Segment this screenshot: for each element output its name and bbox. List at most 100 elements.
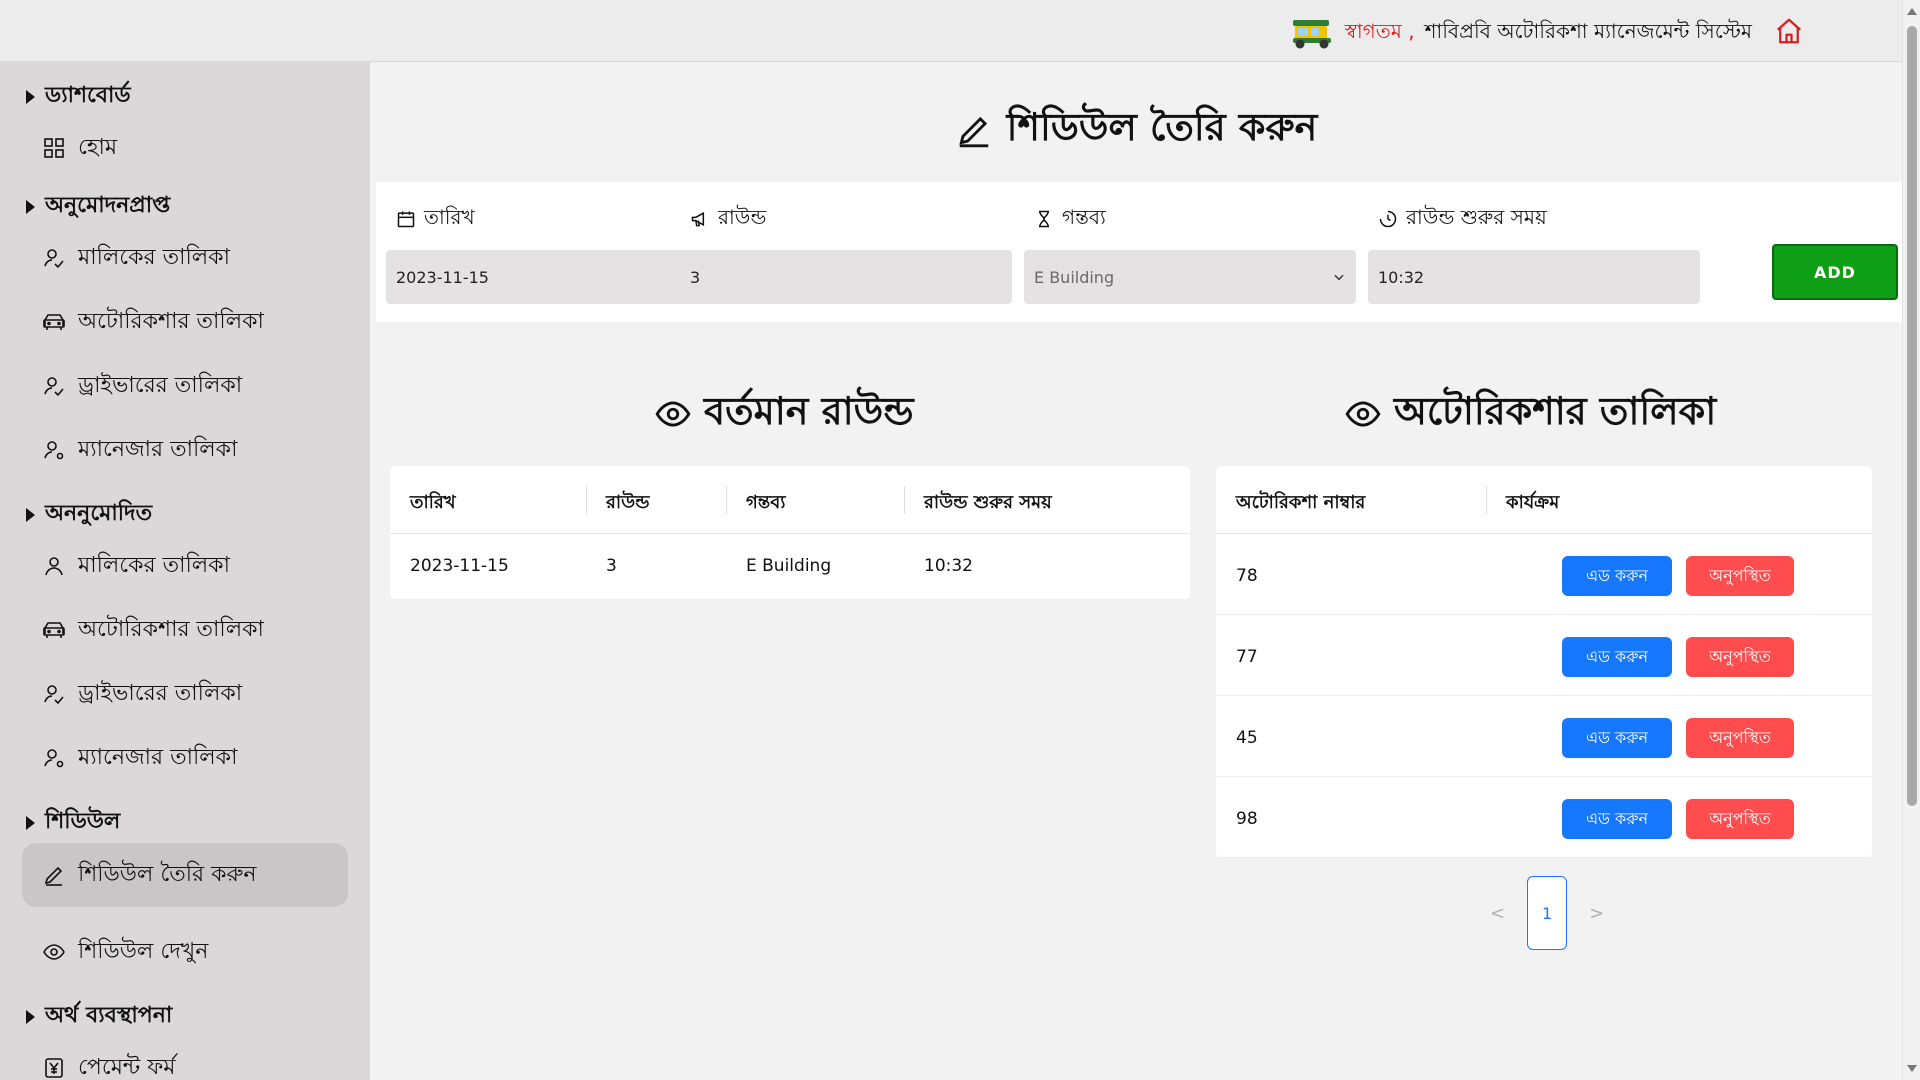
sidebar-item-payment-form[interactable]: পেমেন্ট ফর্ম xyxy=(22,1036,348,1080)
round-value: 3 xyxy=(690,267,701,287)
sidebar-item-label: অটোরিকশার তালিকা xyxy=(78,308,264,334)
column-header: গন্তব্য xyxy=(746,492,786,513)
main-content: শিডিউল তৈরি করুন তারিখ 2023-11-15 রাউন্ড… xyxy=(370,62,1902,1080)
yen-icon xyxy=(45,1058,63,1078)
hourglass-icon xyxy=(1039,210,1049,228)
sidebar-item-label: ম্যানেজার তালিকা xyxy=(78,436,238,462)
caret-right-icon xyxy=(26,199,35,214)
user-check-icon xyxy=(44,249,64,269)
sidebar-item-view-schedule[interactable]: শিডিউল দেখুন xyxy=(22,920,348,984)
sidebar-section-schedule[interactable]: শিডিউল xyxy=(26,804,120,841)
car-icon xyxy=(43,622,65,638)
scroll-up-icon[interactable] xyxy=(1907,8,1917,15)
user-settings-icon xyxy=(44,441,64,460)
section-label: ড্যাশবোর্ড xyxy=(45,83,131,108)
caret-right-icon xyxy=(26,89,35,104)
chevron-down-icon xyxy=(1334,274,1344,281)
rickshaw-number: 78 xyxy=(1236,566,1258,586)
sidebar-item-label: ম্যানেজার তালিকা xyxy=(78,744,238,770)
clock-icon xyxy=(1379,210,1397,228)
add-rickshaw-button[interactable]: এড করুন xyxy=(1562,556,1672,596)
schedule-form: তারিখ 2023-11-15 রাউন্ড 3 গন্তব্য E Buil… xyxy=(376,182,1902,322)
sidebar-item-label: অটোরিকশার তালিকা xyxy=(78,616,264,642)
autorickshaw-icon xyxy=(1292,20,1331,49)
sidebar-item-label: পেমেন্ট ফর্ম xyxy=(78,1054,176,1080)
destination-label: গন্তব্য xyxy=(1024,204,1356,234)
home-icon[interactable] xyxy=(1774,16,1804,46)
sidebar-item-approved-rickshaws[interactable]: অটোরিকশার তালিকা xyxy=(22,290,348,354)
prev-page-button[interactable]: < xyxy=(1490,903,1505,924)
sidebar-item-create-schedule[interactable]: শিডিউল তৈরি করুন xyxy=(22,843,348,907)
next-page-button[interactable]: > xyxy=(1589,903,1604,924)
table-row: 77 এড করুন অনুপস্থিত xyxy=(1216,615,1872,696)
sidebar-item-unapproved-rickshaws[interactable]: অটোরিকশার তালিকা xyxy=(22,598,348,662)
page-1-button[interactable]: 1 xyxy=(1527,876,1568,950)
welcome-prefix: স্বাগতম , xyxy=(1344,18,1415,43)
sidebar-item-unapproved-owners[interactable]: মালিকের তালিকা xyxy=(22,534,348,598)
column-divider xyxy=(586,486,587,514)
scrollbar[interactable] xyxy=(1902,0,1920,1080)
column-divider xyxy=(1486,486,1487,514)
user-icon xyxy=(45,557,63,576)
table-cell: 2023-11-15 xyxy=(410,556,509,576)
destination-value: E Building xyxy=(1034,267,1115,287)
absent-button[interactable]: অনুপস্থিত xyxy=(1686,799,1794,839)
destination-select[interactable]: E Building xyxy=(1024,250,1356,304)
round-field-group: রাউন্ড 3 xyxy=(680,204,1012,304)
add-rickshaw-button[interactable]: এড করুন xyxy=(1562,718,1672,758)
sidebar-item-approved-drivers[interactable]: ড্রাইভারের তালিকা xyxy=(22,354,348,418)
pencil-icon xyxy=(44,866,63,886)
rickshaw-number: 98 xyxy=(1236,809,1258,829)
sidebar-item-home[interactable]: হোম xyxy=(22,116,348,180)
time-label: রাউন্ড শুরুর সময় xyxy=(1368,204,1700,234)
table-row: 2023-11-15 3 E Building 10:32 xyxy=(390,534,1190,600)
sidebar-item-label: ড্রাইভারের তালিকা xyxy=(78,680,243,706)
absent-button[interactable]: অনুপস্থিত xyxy=(1686,556,1794,596)
caret-right-icon xyxy=(26,507,35,522)
scrollbar-thumb[interactable] xyxy=(1907,26,1917,806)
user-check-icon xyxy=(44,685,64,705)
top-header: স্বাগতম , শাবিপ্রবি অটোরিকশা ম্যানেজমেন্… xyxy=(0,0,1902,62)
sidebar-section-approved[interactable]: অনুমোদনপ্রাপ্ত xyxy=(26,188,170,225)
grid-icon xyxy=(44,138,64,158)
sidebar-section-finance[interactable]: অর্থ ব্যবস্থাপনা xyxy=(26,998,172,1035)
round-input[interactable]: 3 xyxy=(680,250,1012,304)
current-round-title-text: বর্তমান রাউন্ড xyxy=(704,389,914,433)
welcome-banner: স্বাগতম , শাবিপ্রবি অটোরিকশা ম্যানেজমেন্… xyxy=(1289,16,1752,50)
sidebar-item-label: মালিকের তালিকা xyxy=(78,552,230,578)
date-input[interactable]: 2023-11-15 xyxy=(386,250,718,304)
table-row: 45 এড করুন অনুপস্থিত xyxy=(1216,696,1872,777)
sidebar-item-label: শিডিউল দেখুন xyxy=(78,938,209,964)
section-label: অনুমোদনপ্রাপ্ত xyxy=(45,193,171,218)
time-input[interactable]: 10:32 xyxy=(1368,250,1700,304)
sidebar-item-unapproved-managers[interactable]: ম্যানেজার তালিকা xyxy=(22,726,348,790)
rickshaw-number: 77 xyxy=(1236,647,1258,667)
sidebar-section-unapproved[interactable]: অননুমোদিত xyxy=(26,496,152,533)
table-cell: 3 xyxy=(606,556,617,576)
page-title: শিডিউল তৈরি করুন xyxy=(370,98,1902,162)
pagination: < 1 > xyxy=(1490,876,1604,950)
column-header: রাউন্ড শুরুর সময় xyxy=(924,492,1052,513)
car-icon xyxy=(43,314,65,330)
sidebar-item-approved-owners[interactable]: মালিকের তালিকা xyxy=(22,226,348,290)
table-cell: 10:32 xyxy=(924,556,973,576)
absent-button[interactable]: অনুপস্থিত xyxy=(1686,718,1794,758)
add-rickshaw-button[interactable]: এড করুন xyxy=(1562,799,1672,839)
column-divider xyxy=(904,486,905,514)
megaphone-icon xyxy=(691,211,705,227)
scroll-down-icon[interactable] xyxy=(1907,1065,1917,1072)
table-row: 78 এড করুন অনুপস্থিত xyxy=(1216,534,1872,615)
add-rickshaw-button[interactable]: এড করুন xyxy=(1562,637,1672,677)
add-button[interactable]: ADD xyxy=(1772,244,1898,300)
sidebar-item-unapproved-drivers[interactable]: ড্রাইভারের তালিকা xyxy=(22,662,348,726)
user-check-icon xyxy=(44,377,64,397)
column-header: রাউন্ড xyxy=(606,492,650,513)
sidebar-item-approved-managers[interactable]: ম্যানেজার তালিকা xyxy=(22,418,348,482)
sidebar-section-dashboard[interactable]: ড্যাশবোর্ড xyxy=(26,78,131,115)
time-label-text: রাউন্ড শুরুর সময় xyxy=(1406,204,1547,229)
sidebar-item-label: শিডিউল তৈরি করুন xyxy=(78,861,257,887)
section-label: অর্থ ব্যবস্থাপনা xyxy=(45,1003,173,1028)
caret-right-icon xyxy=(26,815,35,830)
date-value: 2023-11-15 xyxy=(396,267,489,287)
absent-button[interactable]: অনুপস্থিত xyxy=(1686,637,1794,677)
